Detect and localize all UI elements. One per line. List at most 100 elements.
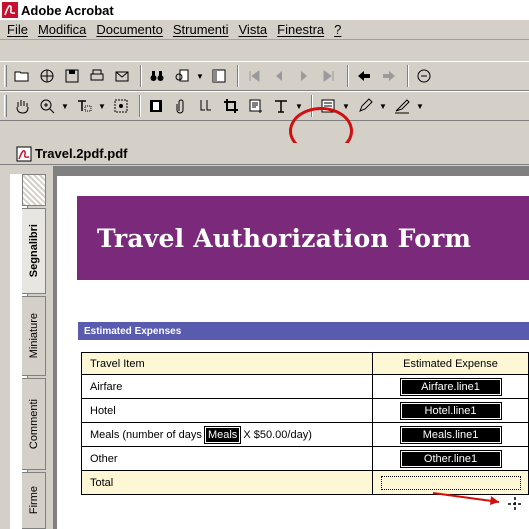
toolbar-separator (347, 65, 349, 87)
pdf-page: Travel Authorization Form Estimated Expe… (57, 176, 529, 529)
email-button[interactable] (111, 65, 133, 87)
menu-help[interactable]: ? (334, 22, 341, 37)
tab-segnalibri[interactable]: Segnalibri (22, 208, 46, 294)
zoom-tool-button[interactable] (36, 95, 58, 117)
zoom-out-button[interactable] (413, 65, 435, 87)
toolbar-separator (407, 65, 409, 87)
table-row: Airfare Airfare.line1 (80, 374, 529, 399)
crop-tool-button[interactable] (220, 95, 242, 117)
row-amount-cell: Other.line1 (372, 446, 529, 471)
form-field-hotel[interactable]: Hotel.line1 (399, 401, 502, 420)
web-capture-button[interactable] (36, 65, 58, 87)
row-amount-cell: Hotel.line1 (372, 398, 529, 423)
form-field-airfare[interactable]: Airfare.line1 (399, 377, 502, 396)
article-tool-button[interactable] (195, 95, 217, 117)
navigation-panel: Segnalibri Miniature Commenti Firme (0, 166, 53, 529)
tab-commenti[interactable]: Commenti (22, 378, 46, 470)
graphics-select-button[interactable] (110, 95, 132, 117)
row-label: Total (80, 470, 374, 495)
menu-modifica[interactable]: Modifica (38, 22, 86, 37)
chevron-down-icon[interactable]: ▼ (295, 102, 303, 111)
toolbar-grip[interactable] (4, 65, 7, 87)
magnifier-plus-icon (40, 99, 55, 114)
table-header-row: Travel Item Estimated Expense (80, 352, 529, 375)
show-hide-panel-button[interactable] (208, 65, 230, 87)
find-button[interactable] (146, 65, 168, 87)
tools-toolbar: ▼ ▼ ▼ ▼ ▼ ▼ (0, 91, 529, 121)
menu-file[interactable]: File (7, 22, 28, 37)
link-tool-button[interactable] (170, 95, 192, 117)
form-banner: Travel Authorization Form (77, 196, 529, 280)
chevron-down-icon[interactable]: ▼ (61, 102, 69, 111)
text-select-icon (78, 100, 92, 112)
nav-panel-grip[interactable] (22, 174, 46, 206)
highlighter-icon (395, 99, 410, 114)
expenses-table: Travel Item Estimated Expense Airfare Ai… (80, 352, 529, 495)
toolbar-separator (140, 65, 142, 87)
print-button[interactable] (86, 65, 108, 87)
touchup-text-button[interactable] (270, 95, 292, 117)
form-field-meals-days[interactable]: Meals (203, 425, 242, 444)
window-title: Adobe Acrobat (21, 2, 114, 18)
menu-vista[interactable]: Vista (239, 22, 268, 37)
next-page-button[interactable] (293, 65, 315, 87)
search-document-icon (175, 69, 189, 82)
meals-label-suffix: X $50.00/day) (243, 428, 312, 441)
meals-label-prefix: Meals (number of days (90, 428, 202, 441)
chevron-down-icon[interactable]: ▼ (342, 102, 350, 111)
column-header-item: Travel Item (80, 352, 374, 375)
last-page-button[interactable] (318, 65, 340, 87)
form-field-meals[interactable]: Meals.line1 (399, 425, 502, 444)
folder-open-icon (14, 71, 29, 82)
hand-icon (16, 100, 29, 114)
menu-documento[interactable]: Documento (96, 22, 162, 37)
movie-tool-button[interactable] (145, 95, 167, 117)
form-title: Travel Authorization Form (97, 223, 472, 253)
tab-miniature[interactable]: Miniature (22, 296, 46, 376)
menu-strumenti[interactable]: Strumenti (173, 22, 229, 37)
tab-label: Segnalibri (27, 224, 40, 278)
crop-icon (224, 99, 238, 113)
file-toolbar: ▼ (0, 61, 529, 91)
form-field-other[interactable]: Other.line1 (399, 449, 502, 468)
first-page-button[interactable] (243, 65, 265, 87)
hand-tool-button[interactable] (11, 95, 33, 117)
section-title: Estimated Expenses (84, 325, 182, 337)
row-label: Meals (number of days Meals X $50.00/day… (80, 422, 374, 447)
form-tool-button[interactable] (245, 95, 267, 117)
row-amount-cell: Airfare.line1 (372, 374, 529, 399)
pdf-file-icon (16, 146, 32, 161)
table-row: Meals (number of days Meals X $50.00/day… (80, 422, 529, 447)
save-button[interactable] (61, 65, 83, 87)
pencil-tool-button[interactable] (354, 95, 376, 117)
tab-label: Miniature (27, 313, 40, 359)
column-header-amount: Estimated Expense (372, 352, 529, 375)
chevron-down-icon[interactable]: ▼ (416, 102, 424, 111)
chevron-down-icon[interactable]: ▼ (196, 72, 204, 81)
text-select-button[interactable] (73, 95, 95, 117)
previous-page-button[interactable] (268, 65, 290, 87)
chevron-down-icon[interactable]: ▼ (379, 102, 387, 111)
previous-page-icon (276, 71, 282, 81)
drag-arrow-icon (432, 492, 522, 511)
tab-firme[interactable]: Firme (22, 472, 46, 529)
document-name: Travel.2pdf.pdf (35, 146, 128, 161)
toolbar-separator (139, 95, 141, 117)
binoculars-icon (150, 71, 164, 81)
chevron-down-icon[interactable]: ▼ (98, 102, 106, 111)
go-back-button[interactable] (353, 65, 375, 87)
document-view[interactable]: Travel Authorization Form Estimated Expe… (53, 166, 529, 529)
go-forward-button[interactable] (378, 65, 400, 87)
section-header: Estimated Expenses (78, 322, 529, 340)
toolbar-separator (237, 65, 239, 87)
acrobat-icon (2, 2, 18, 18)
highlight-tool-button[interactable] (391, 95, 413, 117)
paperclip-icon (176, 99, 184, 114)
envelope-icon (115, 71, 129, 82)
menu-finestra[interactable]: Finestra (277, 22, 324, 37)
panel-icon (212, 69, 226, 83)
search-button[interactable] (171, 65, 193, 87)
last-page-icon (323, 70, 334, 82)
open-button[interactable] (11, 65, 33, 87)
toolbar-grip[interactable] (4, 95, 7, 117)
